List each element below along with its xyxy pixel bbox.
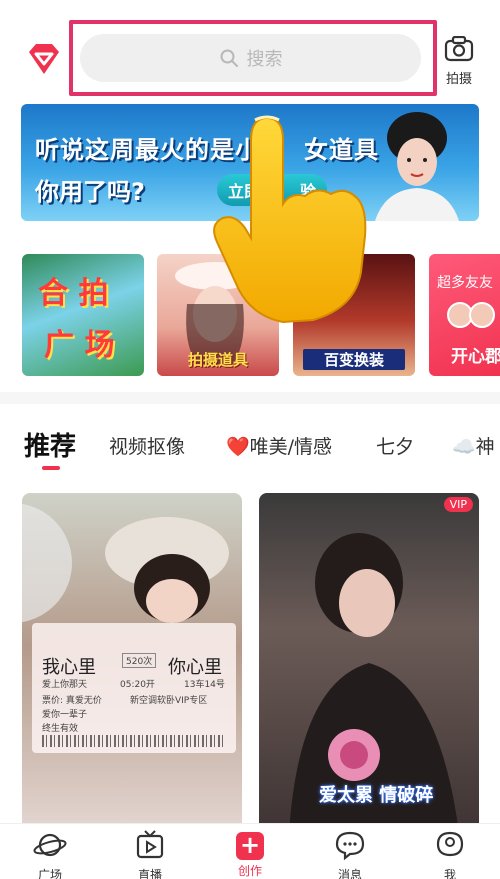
- card-friends[interactable]: 超多友友 开心郡: [429, 254, 500, 376]
- ticket-line: 票价: 真爱无价: [42, 696, 102, 706]
- feed-item-rain[interactable]: VIP 爱太累 情破碎: [259, 493, 479, 833]
- nav-label: 我: [443, 868, 456, 879]
- tv-icon: [136, 830, 164, 859]
- nav-messages[interactable]: 消息: [320, 830, 380, 879]
- avatar: [469, 302, 495, 328]
- nav-label: 直播: [137, 868, 162, 879]
- banner-line2: 你用了吗?: [35, 178, 145, 206]
- ticket-from: 我心里: [42, 657, 96, 678]
- pointing-hand-icon: [213, 115, 367, 324]
- card-props-caption: 拍摄道具: [187, 351, 248, 369]
- search-input[interactable]: 搜索: [80, 34, 421, 82]
- feed-item-photo: [22, 503, 229, 623]
- nav-me[interactable]: 我: [420, 830, 480, 879]
- ticket-line: 新空调软卧VIP专区: [130, 696, 208, 706]
- ticket-line: 05:20开: [120, 680, 155, 690]
- section-divider: [0, 392, 500, 404]
- ticket-line: 爱上你那天: [42, 680, 88, 690]
- card-hepai-title-bottom: 广 场: [44, 328, 115, 363]
- plus-icon: +: [236, 832, 264, 860]
- nav-live[interactable]: 直播: [120, 830, 180, 879]
- diamond-logo-icon[interactable]: [25, 42, 63, 76]
- search-placeholder: 搜索: [246, 49, 283, 70]
- nav-label: 创作: [237, 864, 262, 878]
- feed-item-ticket[interactable]: 我心里 520次 你心里 爱上你那天 05:20开 13车14号 票价: 真爱无…: [22, 493, 242, 833]
- tab-active-indicator: [42, 466, 60, 470]
- category-tabs: 推荐 视频抠像 ❤️唯美/情感 七夕 ☁️神: [0, 426, 500, 470]
- top-bar: 搜索 拍摄: [0, 0, 500, 100]
- tab-qixi[interactable]: 七夕: [376, 432, 414, 459]
- ticket-card: 我心里 520次 你心里 爱上你那天 05:20开 13车14号 票价: 真爱无…: [32, 623, 236, 753]
- shoot-label: 拍摄: [445, 72, 472, 87]
- nav-label: 消息: [337, 868, 362, 879]
- ticket-to: 你心里: [168, 657, 222, 678]
- planet-icon: [33, 833, 67, 857]
- tab-video-matting[interactable]: 视频抠像: [109, 432, 185, 459]
- chat-bubble-icon: [335, 831, 365, 861]
- tab-aesthetic-emotion[interactable]: ❤️唯美/情感: [226, 432, 332, 459]
- ticket-line: 爱你一辈子: [42, 710, 88, 720]
- search-icon: [220, 49, 238, 67]
- profile-icon: [436, 831, 464, 857]
- ticket-count: 520次: [122, 653, 157, 668]
- ticket-line: 13车14号: [184, 680, 225, 690]
- card-costume-caption: 百变换装: [303, 349, 405, 370]
- feed-item-caption: 爱太累 情破碎: [319, 785, 434, 806]
- camera-icon: [444, 35, 474, 62]
- nav-square[interactable]: 广场: [20, 830, 80, 879]
- nav-label: 广场: [37, 868, 62, 879]
- bottom-navigation: 广场 直播 + 创作 消息 我: [0, 823, 500, 879]
- tab-recommend[interactable]: 推荐: [24, 426, 76, 463]
- card-hepai-square[interactable]: 合 拍 广 场: [22, 254, 144, 376]
- shoot-button[interactable]: 拍摄: [439, 35, 479, 87]
- tab-more[interactable]: ☁️神: [452, 432, 495, 459]
- nav-create[interactable]: + 创作: [220, 830, 280, 879]
- card-friends-big-text: 开心郡: [451, 347, 500, 367]
- template-feed: 我心里 520次 你心里 爱上你那天 05:20开 13车14号 票价: 真爱无…: [0, 493, 500, 833]
- banner-model-image: [375, 112, 459, 221]
- card-friends-top-text: 超多友友: [437, 275, 493, 291]
- ticket-line: 终生有效: [42, 724, 79, 734]
- ticket-barcode: [42, 735, 226, 747]
- card-hepai-title-top: 合 拍: [38, 276, 109, 311]
